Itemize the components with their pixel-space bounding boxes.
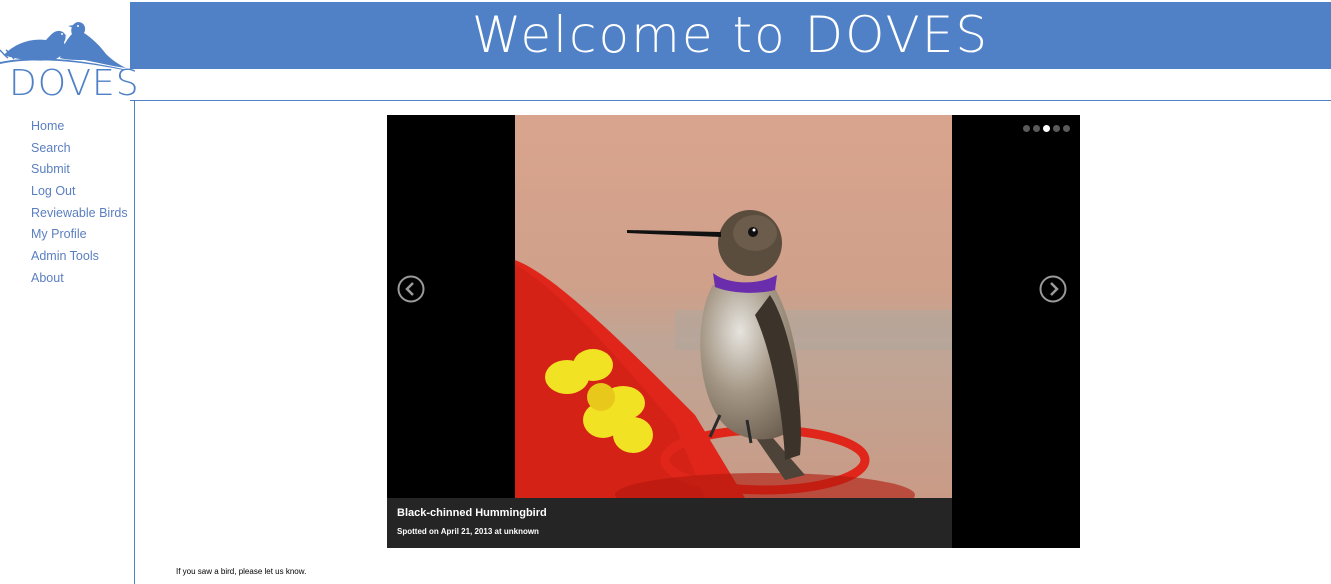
image-slider[interactable]: Black-chinned Hummingbird Spotted on Apr… <box>387 115 1080 548</box>
nav-item-search[interactable]: Search <box>31 138 128 160</box>
nav-item-home[interactable]: Home <box>31 116 128 138</box>
slide-dot-4[interactable] <box>1053 125 1060 132</box>
slide-dot-5[interactable] <box>1063 125 1070 132</box>
nav-item-admin-tools[interactable]: Admin Tools <box>31 246 128 268</box>
caption-title: Black-chinned Hummingbird <box>397 507 547 519</box>
caption-subtitle: Spotted on April 21, 2013 at unknown <box>397 527 539 536</box>
hummingbird-photo <box>515 115 952 498</box>
page-title: Welcome to DOVES <box>471 6 990 64</box>
slide-dot-2[interactable] <box>1033 125 1040 132</box>
chevron-left-icon <box>397 275 425 303</box>
slide-dot-3[interactable] <box>1043 125 1050 132</box>
doves-logo[interactable]: DOVES <box>0 0 139 104</box>
sidebar-divider <box>134 101 135 584</box>
chevron-right-icon <box>1039 275 1067 303</box>
nav-item-submit[interactable]: Submit <box>31 159 128 181</box>
header-divider <box>130 100 1331 101</box>
slide-caption: Black-chinned Hummingbird Spotted on Apr… <box>387 498 952 548</box>
slide-dot-1[interactable] <box>1023 125 1030 132</box>
nav-item-log-out[interactable]: Log Out <box>31 181 128 203</box>
doves-birds-icon <box>0 22 128 70</box>
nav-item-about[interactable]: About <box>31 268 128 290</box>
logo-text: DOVES <box>9 63 140 104</box>
nav-item-reviewable-birds[interactable]: Reviewable Birds <box>31 203 128 225</box>
nav-item-my-profile[interactable]: My Profile <box>31 224 128 246</box>
prev-slide-button[interactable] <box>397 275 425 303</box>
slide-pagination <box>1023 125 1073 132</box>
sidebar-nav: Home Search Submit Log Out Reviewable Bi… <box>31 116 128 290</box>
next-slide-button[interactable] <box>1039 275 1067 303</box>
footer-note: If you saw a bird, please let us know. <box>176 567 307 576</box>
